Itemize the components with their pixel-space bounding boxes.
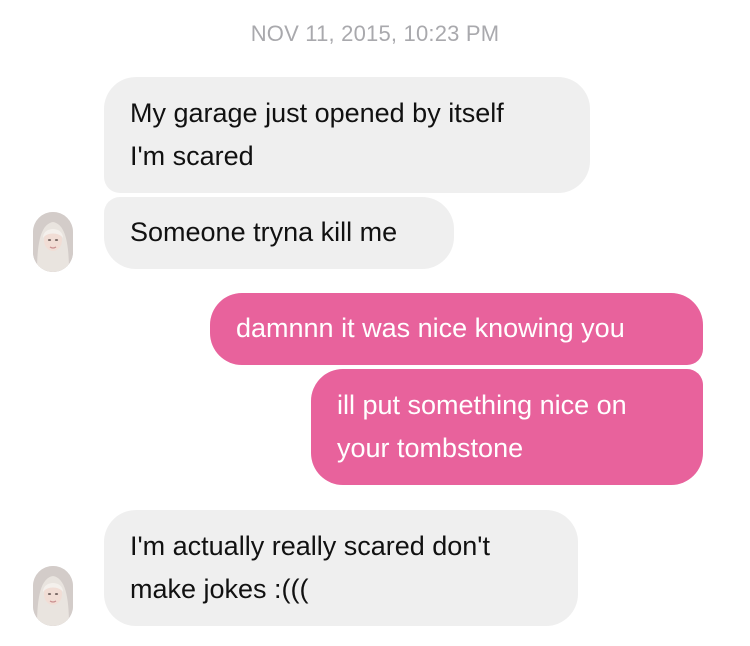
message-text-line: damnnn it was nice knowing you — [236, 313, 625, 343]
outgoing-message-bubble[interactable]: damnnn it was nice knowing you — [210, 293, 703, 365]
message-text-line: I'm actually really scared don't — [130, 531, 490, 561]
message-text-line: ill put something nice on — [337, 390, 627, 420]
outgoing-message-bubble[interactable]: ill put something nice on your tombstone — [311, 369, 703, 485]
contact-avatar[interactable] — [33, 566, 73, 626]
message-text-line: make jokes :((( — [130, 574, 309, 604]
message-text-line: Someone tryna kill me — [130, 217, 398, 247]
message-text-line: My garage just opened by itself — [130, 98, 504, 128]
message-timestamp: NOV 11, 2015, 10:23 PM — [250, 21, 500, 46]
avatar-icon — [33, 212, 73, 272]
incoming-message-bubble[interactable]: I'm actually really scared don't make jo… — [104, 510, 578, 626]
incoming-message-bubble[interactable]: My garage just opened by itself I'm scar… — [104, 77, 590, 193]
contact-avatar[interactable] — [33, 212, 73, 272]
incoming-message-bubble[interactable]: Someone tryna kill me — [104, 197, 454, 269]
message-text-line: your tombstone — [337, 433, 524, 463]
message-text-line: I'm scared — [130, 141, 254, 171]
avatar-icon — [33, 566, 73, 626]
